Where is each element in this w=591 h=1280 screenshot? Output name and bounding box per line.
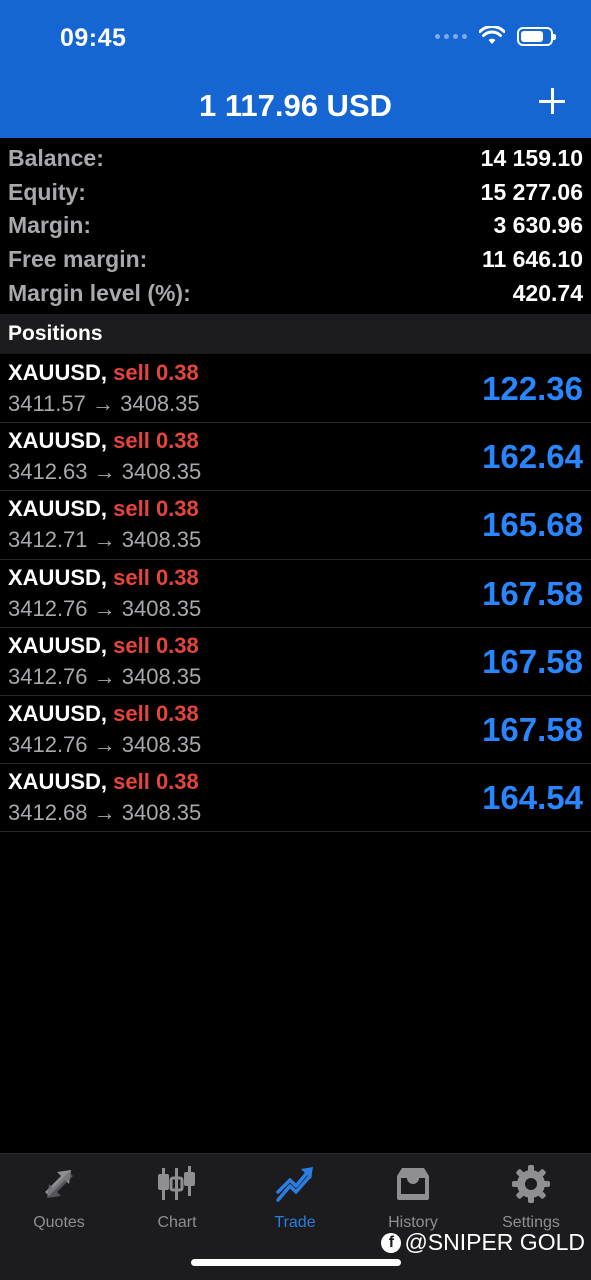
position-profit: 162.64 bbox=[482, 438, 583, 476]
position-symbol: XAUUSD, bbox=[8, 632, 108, 658]
position-profit: 167.58 bbox=[482, 642, 583, 680]
summary-value: 420.74 bbox=[512, 279, 583, 306]
summary-row-free-margin: Free margin: 11 646.10 bbox=[0, 243, 591, 277]
account-summary: Balance: 14 159.10 Equity: 15 277.06 Mar… bbox=[0, 142, 591, 310]
summary-value: 11 646.10 bbox=[481, 246, 583, 273]
tab-quotes[interactable]: Quotes bbox=[0, 1164, 118, 1232]
position-prices: 3412.68 → 3408.35 bbox=[8, 800, 202, 826]
position-symbol: XAUUSD, bbox=[8, 428, 108, 454]
summary-label: Margin level (%): bbox=[8, 279, 191, 306]
tab-trade[interactable]: Trade bbox=[236, 1164, 354, 1232]
chart-icon bbox=[158, 1166, 195, 1200]
battery-icon bbox=[517, 26, 556, 46]
position-profit: 164.54 bbox=[482, 779, 583, 817]
summary-value: 3 630.96 bbox=[493, 212, 583, 239]
positions-section-header: Positions bbox=[0, 314, 591, 354]
position-prices: 3412.76 → 3408.35 bbox=[8, 731, 202, 757]
tab-settings[interactable]: Settings bbox=[472, 1164, 590, 1232]
status-icons bbox=[435, 26, 556, 46]
summary-label: Margin: bbox=[8, 212, 92, 239]
position-row[interactable]: XAUUSD, sell 0.38 3411.57 → 3408.35 122.… bbox=[0, 355, 591, 424]
position-side: sell 0.38 bbox=[113, 700, 199, 726]
position-symbol: XAUUSD, bbox=[8, 769, 108, 795]
position-profit: 122.36 bbox=[482, 370, 583, 407]
position-side: sell 0.38 bbox=[113, 496, 199, 522]
summary-label: Balance: bbox=[8, 145, 104, 172]
tab-label: Trade bbox=[274, 1214, 316, 1231]
watermark-text: @SNIPER GOLD bbox=[404, 1229, 585, 1255]
position-profit: 165.68 bbox=[482, 506, 583, 544]
position-prices: 3412.63 → 3408.35 bbox=[8, 459, 202, 485]
tab-chart[interactable]: Chart bbox=[118, 1164, 236, 1232]
tab-label: Quotes bbox=[33, 1214, 85, 1231]
position-symbol: XAUUSD, bbox=[8, 700, 108, 726]
position-side: sell 0.38 bbox=[113, 564, 199, 590]
summary-value: 14 159.10 bbox=[480, 145, 583, 172]
trade-icon bbox=[276, 1167, 313, 1202]
position-side: sell 0.38 bbox=[113, 360, 199, 385]
position-prices: 3411.57 → 3408.35 bbox=[8, 391, 200, 416]
position-symbol: XAUUSD, bbox=[8, 564, 108, 590]
tab-history[interactable]: History bbox=[354, 1164, 472, 1232]
summary-label: Equity: bbox=[8, 178, 86, 205]
signal-icon bbox=[435, 33, 467, 39]
position-row[interactable]: XAUUSD, sell 0.38 3412.76 → 3408.35 167.… bbox=[0, 560, 591, 628]
add-order-button[interactable] bbox=[539, 88, 565, 114]
position-row[interactable]: XAUUSD, sell 0.38 3412.76 → 3408.35 167.… bbox=[0, 628, 591, 696]
watermark: f @SNIPER GOLD bbox=[381, 1229, 585, 1256]
summary-row-margin-level: Margin level (%): 420.74 bbox=[0, 276, 591, 310]
home-indicator[interactable] bbox=[191, 1259, 401, 1266]
positions-list: XAUUSD, sell 0.38 3411.57 → 3408.35 122.… bbox=[0, 355, 591, 833]
position-profit: 167.58 bbox=[482, 710, 583, 748]
position-row[interactable]: XAUUSD, sell 0.38 3412.76 → 3408.35 167.… bbox=[0, 696, 591, 765]
position-prices: 3412.76 → 3408.35 bbox=[8, 595, 202, 621]
header-bar: 09:45 1 117.96 USD bbox=[0, 0, 591, 138]
position-side: sell 0.38 bbox=[113, 428, 199, 454]
summary-row-equity: Equity: 15 277.06 bbox=[0, 176, 591, 210]
position-symbol: XAUUSD, bbox=[8, 496, 108, 522]
wifi-icon bbox=[479, 26, 505, 44]
settings-icon bbox=[512, 1165, 550, 1203]
summary-label: Free margin: bbox=[8, 246, 148, 273]
summary-row-margin: Margin: 3 630.96 bbox=[0, 209, 591, 243]
position-side: sell 0.38 bbox=[113, 632, 199, 658]
summary-value: 15 277.06 bbox=[480, 178, 583, 205]
position-row[interactable]: XAUUSD, sell 0.38 3412.63 → 3408.35 162.… bbox=[0, 423, 591, 492]
summary-row-balance: Balance: 14 159.10 bbox=[0, 142, 591, 176]
position-profit: 167.58 bbox=[482, 574, 583, 612]
account-profit-title: 1 117.96 USD bbox=[198, 88, 393, 123]
history-icon bbox=[397, 1168, 429, 1200]
facebook-icon: f bbox=[381, 1232, 402, 1253]
position-row[interactable]: XAUUSD, sell 0.38 3412.71 → 3408.35 165.… bbox=[0, 491, 591, 560]
quotes-icon bbox=[45, 1170, 73, 1198]
tab-label: Chart bbox=[157, 1214, 197, 1231]
position-prices: 3412.76 → 3408.35 bbox=[8, 663, 202, 689]
status-time: 09:45 bbox=[60, 24, 127, 52]
position-symbol: XAUUSD, bbox=[8, 360, 108, 385]
position-prices: 3412.71 → 3408.35 bbox=[8, 527, 202, 553]
position-row[interactable]: XAUUSD, sell 0.38 3412.68 → 3408.35 164.… bbox=[0, 764, 591, 833]
position-side: sell 0.38 bbox=[113, 769, 199, 795]
